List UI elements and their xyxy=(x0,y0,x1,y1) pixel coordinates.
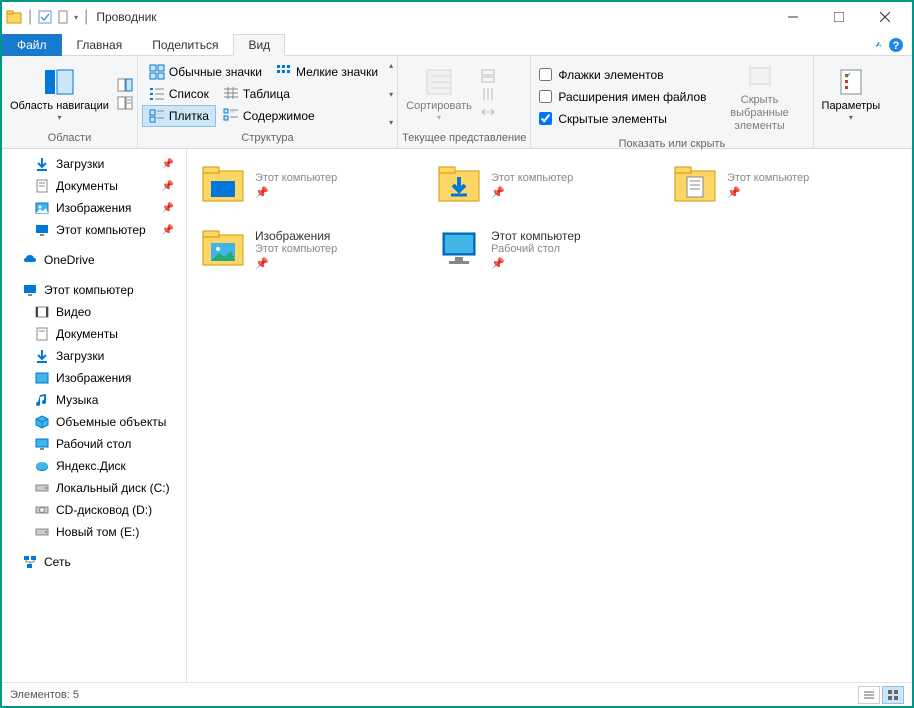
navigation-pane[interactable]: Загрузки📌 Документы📌 Изображения📌 Этот к… xyxy=(2,149,187,682)
sidebar-item-downloads2[interactable]: Загрузки xyxy=(2,345,186,367)
ribbon-group-options: Параметры ▾ xyxy=(814,56,889,148)
ribbon: Область навигации ▾ Области Обычные знач… xyxy=(2,56,912,149)
minimize-button[interactable] xyxy=(770,2,816,32)
navigation-pane-button[interactable]: Область навигации ▾ xyxy=(6,64,113,125)
pin-icon: 📌 xyxy=(162,203,182,214)
sidebar-item-yandex[interactable]: Яндекс.Диск xyxy=(2,455,186,477)
sidebar-item-network[interactable]: Сеть xyxy=(2,551,186,573)
pin-icon: 📌 xyxy=(727,186,809,199)
size-columns-icon[interactable] xyxy=(480,104,496,120)
tile-location: Этот компьютер xyxy=(255,172,337,184)
checkbox-hidden-items[interactable]: Скрытые элементы xyxy=(535,108,710,130)
tile-location: Рабочий стол xyxy=(491,243,581,255)
document-icon[interactable] xyxy=(56,10,70,24)
window-title: Проводник xyxy=(96,10,156,24)
group-by-icon[interactable] xyxy=(480,68,496,84)
folder-icon xyxy=(6,9,22,25)
hide-selected-button[interactable]: Скрыть выбранные элементы xyxy=(711,58,809,136)
ribbon-tabs: Файл Главная Поделиться Вид ⮙ ? xyxy=(2,32,912,56)
pin-icon: 📌 xyxy=(491,257,581,270)
sidebar-item-3dobjects[interactable]: Объемные объекты xyxy=(2,411,186,433)
sidebar-item-documents[interactable]: Документы📌 xyxy=(2,175,186,197)
tile-item[interactable]: Этот компьютер 📌 xyxy=(195,157,423,213)
preview-pane-icon[interactable] xyxy=(117,77,133,93)
tab-file[interactable]: Файл xyxy=(2,34,62,56)
ribbon-group-showhide: Флажки элементов Расширения имен файлов … xyxy=(531,56,813,148)
layout-scroll-down[interactable]: ▾ xyxy=(389,90,393,99)
qat-dropdown[interactable]: ▾ xyxy=(74,13,78,22)
checkbox-icon[interactable] xyxy=(38,10,52,24)
explorer-window: | ▾ | Проводник Файл Главная Поделиться … xyxy=(0,0,914,708)
layout-scroll-up[interactable]: ▴ xyxy=(389,61,393,70)
titlebar: | ▾ | Проводник xyxy=(2,2,912,32)
sidebar-item-desktop[interactable]: Рабочий стол xyxy=(2,433,186,455)
sidebar-item-videos[interactable]: Видео xyxy=(2,301,186,323)
tile-location: Этот компьютер xyxy=(727,172,809,184)
layout-tiles[interactable]: Плитка xyxy=(142,105,216,127)
help-icon[interactable]: ? xyxy=(888,37,904,53)
add-columns-icon[interactable] xyxy=(480,86,496,102)
sidebar-item-pictures[interactable]: Изображения📌 xyxy=(2,197,186,219)
sidebar-item-documents2[interactable]: Документы xyxy=(2,323,186,345)
pin-icon: 📌 xyxy=(162,159,182,170)
tile-item[interactable]: Этот компьютер 📌 xyxy=(667,157,895,213)
sidebar-item-new-volume-e[interactable]: Новый том (E:) xyxy=(2,521,186,543)
view-details-toggle[interactable] xyxy=(858,686,880,704)
file-list[interactable]: Этот компьютер 📌 Этот компьютер 📌 Этот к… xyxy=(187,149,912,682)
layout-gallery-expand[interactable]: ▾ xyxy=(389,118,393,127)
separator: | xyxy=(84,8,88,26)
sort-button[interactable]: Сортировать ▾ xyxy=(402,64,476,125)
tile-location: Этот компьютер xyxy=(491,172,573,184)
details-pane-icon[interactable] xyxy=(117,95,133,111)
view-tiles-toggle[interactable] xyxy=(882,686,904,704)
sidebar-item-downloads[interactable]: Загрузки📌 xyxy=(2,153,186,175)
sidebar-item-cd-drive-d[interactable]: CD-дисковод (D:) xyxy=(2,499,186,521)
desktop-folder-icon xyxy=(199,161,247,209)
pin-icon: 📌 xyxy=(162,181,182,192)
ribbon-group-layout: Обычные значки Мелкие значки Список Табл… xyxy=(138,56,398,148)
layout-small-icons[interactable]: Мелкие значки xyxy=(269,61,385,83)
documents-folder-icon xyxy=(671,161,719,209)
layout-content[interactable]: Содержимое xyxy=(216,105,322,127)
pin-icon: 📌 xyxy=(255,186,337,199)
tile-item[interactable]: Изображения Этот компьютер 📌 xyxy=(195,221,423,277)
pictures-folder-icon xyxy=(199,225,247,273)
content-area: Загрузки📌 Документы📌 Изображения📌 Этот к… xyxy=(2,149,912,682)
separator: | xyxy=(28,8,32,26)
sidebar-item-this-pc[interactable]: Этот компьютер xyxy=(2,279,186,301)
maximize-button[interactable] xyxy=(816,2,862,32)
tile-name: Изображения xyxy=(255,229,337,243)
tab-home[interactable]: Главная xyxy=(62,34,138,56)
pin-icon: 📌 xyxy=(255,257,337,270)
pin-icon: 📌 xyxy=(162,225,182,236)
sidebar-item-local-disk-c[interactable]: Локальный диск (C:) xyxy=(2,477,186,499)
downloads-folder-icon xyxy=(435,161,483,209)
ribbon-collapse-icon[interactable]: ⮙ xyxy=(875,40,882,50)
statusbar: Элементов: 5 xyxy=(2,682,912,706)
tab-view[interactable]: Вид xyxy=(233,34,285,56)
layout-table[interactable]: Таблица xyxy=(216,83,297,105)
options-button[interactable]: Параметры ▾ xyxy=(818,64,885,125)
status-count: Элементов: 5 xyxy=(10,689,79,701)
tile-item[interactable]: Этот компьютер 📌 xyxy=(431,157,659,213)
ribbon-group-current: Сортировать ▾ Текущее представление xyxy=(398,56,531,148)
layout-normal-icons[interactable]: Обычные значки xyxy=(142,61,269,83)
tab-share[interactable]: Поделиться xyxy=(137,34,233,56)
sidebar-item-onedrive[interactable]: OneDrive xyxy=(2,249,186,271)
checkbox-item-checkboxes[interactable]: Флажки элементов xyxy=(535,64,710,86)
pin-icon: 📌 xyxy=(491,186,573,199)
tile-item[interactable]: Этот компьютер Рабочий стол 📌 xyxy=(431,221,659,277)
this-pc-icon xyxy=(435,225,483,273)
ribbon-group-panes: Область навигации ▾ Области xyxy=(2,56,138,148)
svg-text:?: ? xyxy=(893,40,900,52)
layout-list[interactable]: Список xyxy=(142,83,216,105)
sidebar-item-this-pc-pinned[interactable]: Этот компьютер📌 xyxy=(2,219,186,241)
quick-access-toolbar: | ▾ | xyxy=(6,8,90,26)
tile-name: Этот компьютер xyxy=(491,229,581,243)
tile-location: Этот компьютер xyxy=(255,243,337,255)
sidebar-item-music[interactable]: Музыка xyxy=(2,389,186,411)
sidebar-item-pictures2[interactable]: Изображения xyxy=(2,367,186,389)
close-button[interactable] xyxy=(862,2,908,32)
checkbox-file-extensions[interactable]: Расширения имен файлов xyxy=(535,86,710,108)
